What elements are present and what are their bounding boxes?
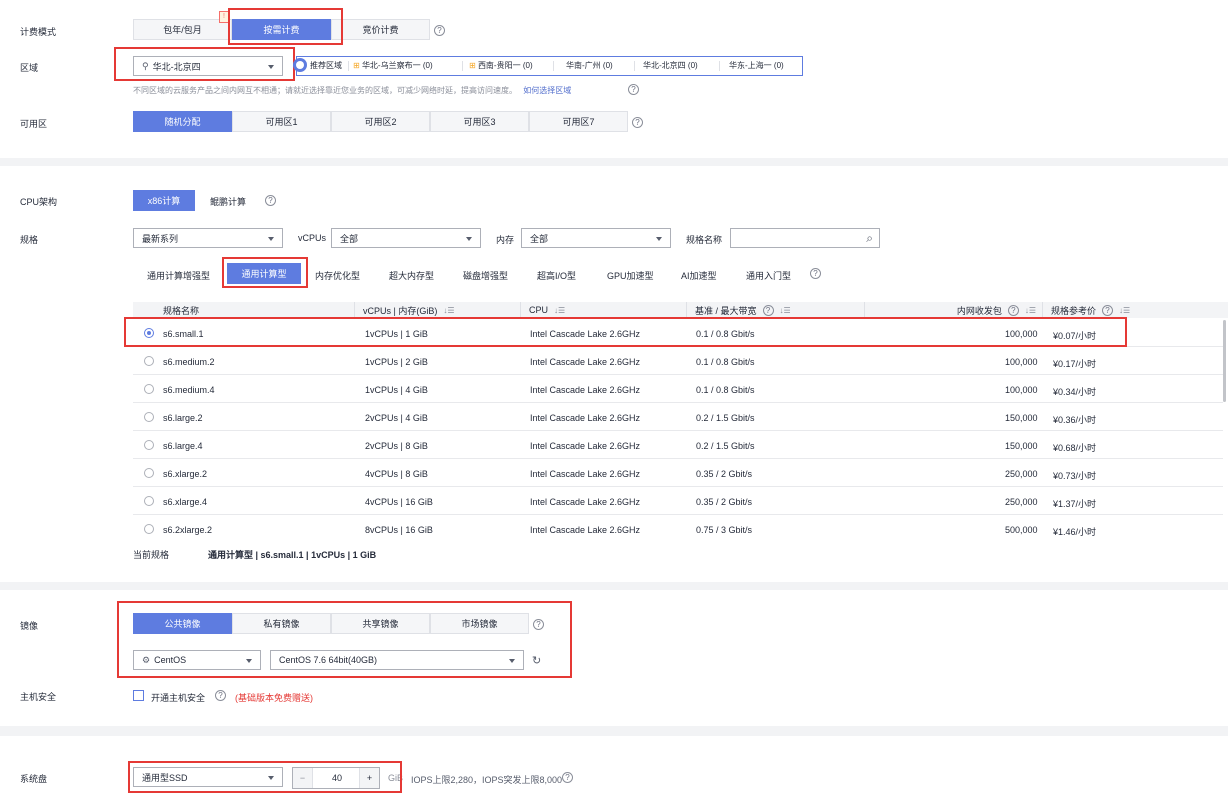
tab-general-enhanced[interactable]: 通用计算增强型	[147, 269, 210, 282]
region-help-icon[interactable]: ?	[628, 84, 639, 95]
tab-ultra-io[interactable]: 超高I/O型	[537, 269, 576, 282]
region-chip-guiyang[interactable]: ⊞ 西南-贵阳一 (0)	[469, 60, 533, 71]
az-options: 随机分配 可用区1 可用区2 可用区3 可用区7	[133, 111, 633, 132]
chevron-down-icon	[466, 237, 472, 241]
highlight-disk	[128, 761, 402, 793]
help-icon[interactable]: ?	[1007, 304, 1019, 316]
az-option-2[interactable]: 可用区2	[331, 111, 430, 132]
col-bandwidth[interactable]: 基准 / 最大带宽? ↓☰	[687, 302, 865, 318]
tab-entry[interactable]: 通用入门型	[746, 269, 791, 282]
highlight-selected-row	[124, 317, 1127, 347]
divider	[348, 61, 349, 71]
region-chip-beijing4[interactable]: 华北-北京四 (0)	[643, 60, 698, 71]
highlight-region	[114, 47, 295, 81]
billing-label: 计费模式	[20, 27, 57, 37]
basic-config-card: 计费模式 包年/包月 按需计费 竞价计费 ! ? 区域 ⚲ 华北-北京四 推荐区…	[0, 0, 1228, 158]
tab-disk-enhanced[interactable]: 磁盘增强型	[463, 269, 508, 282]
help-icon[interactable]: ?	[1102, 304, 1114, 316]
region-label: 区域	[20, 63, 39, 73]
spec-tab-help-icon[interactable]: ?	[810, 268, 821, 279]
region-chip-ulanqab[interactable]: ⊞ 华北-乌兰察布一 (0)	[353, 60, 433, 71]
tab-memory-optimized[interactable]: 内存优化型	[315, 269, 360, 282]
current-spec-label: 当前规格	[133, 550, 170, 560]
gift-icon: ⊞	[353, 61, 360, 70]
series-value: 最新系列	[142, 233, 179, 244]
divider	[719, 61, 720, 71]
cpu-arch-label: CPU架构	[20, 197, 58, 207]
host-security-label: 主机安全	[20, 692, 57, 702]
az-option-random[interactable]: 随机分配	[133, 111, 232, 132]
billing-option-yearly[interactable]: 包年/包月	[133, 19, 232, 40]
memory-value: 全部	[530, 233, 549, 244]
chevron-down-icon	[656, 237, 662, 241]
series-select[interactable]: 最新系列	[133, 228, 283, 248]
region-hint: 不同区域的云服务产品之间内网互不相通；请就近选择靠近您业务的区域，可减少网络时延…	[133, 86, 572, 95]
chevron-down-icon	[268, 237, 274, 241]
help-icon[interactable]: ?	[762, 304, 774, 316]
recommend-icon	[293, 58, 307, 72]
host-security-checkbox-label[interactable]: 开通主机安全	[151, 691, 205, 704]
sort-icon[interactable]: ↓☰	[780, 306, 791, 315]
vcpus-value: 全部	[340, 233, 359, 244]
cpu-option-x86[interactable]: x86计算	[133, 190, 195, 211]
gift-icon: ⊞	[469, 61, 476, 70]
current-spec-value: 通用计算型 | s6.small.1 | 1vCPUs | 1 GiB	[208, 550, 377, 560]
vcpus-select[interactable]: 全部	[331, 228, 481, 248]
highlight-spec-tab	[222, 257, 308, 288]
divider	[462, 61, 463, 71]
col-vcpu-mem[interactable]: vCPUs | 内存(GiB) ↓☰	[355, 302, 521, 318]
region-hint-link[interactable]: 如何选择区域	[523, 86, 571, 95]
disk-help-icon[interactable]: ?	[562, 772, 573, 783]
az-option-3[interactable]: 可用区3	[430, 111, 529, 132]
col-cpu[interactable]: CPU ↓☰	[521, 302, 687, 318]
tab-gpu[interactable]: GPU加速型	[607, 269, 654, 282]
billing-option-spot[interactable]: 竞价计费	[331, 19, 430, 40]
billing-help-icon[interactable]: ?	[434, 25, 445, 36]
divider	[634, 61, 635, 71]
host-security-note: (基础版本免费赠送)	[235, 693, 313, 703]
divider	[553, 61, 554, 71]
tab-ai[interactable]: AI加速型	[681, 269, 717, 282]
host-security-checkbox[interactable]	[133, 690, 144, 701]
disk-iops-text: IOPS上限2,280，IOPS突发上限8,000	[411, 775, 563, 785]
sort-icon[interactable]: ↓☰	[1025, 306, 1036, 315]
image-label: 镜像	[20, 621, 39, 631]
sort-icon[interactable]: ↓☰	[554, 306, 565, 315]
tab-large-memory[interactable]: 超大内存型	[389, 269, 434, 282]
vcpus-label: vCPUs	[298, 233, 327, 243]
col-spec-name: 规格名称	[133, 302, 355, 318]
recommend-label: 推荐区域	[310, 61, 342, 70]
cpu-option-kunpeng[interactable]: 鲲鹏计算	[210, 195, 246, 208]
col-price[interactable]: 规格参考价? ↓☰	[1043, 302, 1228, 318]
spec-name-input[interactable]: ⌕	[730, 228, 880, 248]
table-scrollbar[interactable]	[1223, 320, 1226, 402]
memory-select[interactable]: 全部	[521, 228, 671, 248]
col-pps[interactable]: 内网收发包? ↓☰	[865, 302, 1043, 318]
az-help-icon[interactable]: ?	[632, 117, 643, 128]
sort-icon[interactable]: ↓☰	[1119, 306, 1130, 315]
highlight-image	[117, 601, 572, 678]
highlight-billing	[228, 8, 343, 45]
cpu-help-icon[interactable]: ?	[265, 195, 276, 206]
host-security-help-icon[interactable]: ?	[215, 690, 226, 701]
system-disk-label: 系统盘	[20, 774, 48, 784]
sort-icon[interactable]: ↓☰	[443, 306, 454, 315]
spec-name-label: 规格名称	[686, 235, 723, 245]
az-option-1[interactable]: 可用区1	[232, 111, 331, 132]
region-chip-shanghai1[interactable]: 华东-上海一 (0)	[729, 60, 784, 71]
memory-label: 内存	[496, 235, 515, 245]
spec-label: 规格	[20, 235, 39, 245]
az-option-7[interactable]: 可用区7	[529, 111, 628, 132]
region-chip-guangzhou[interactable]: 华南-广州 (0)	[566, 60, 613, 71]
az-label: 可用区	[20, 119, 48, 129]
search-icon[interactable]: ⌕	[866, 231, 873, 246]
